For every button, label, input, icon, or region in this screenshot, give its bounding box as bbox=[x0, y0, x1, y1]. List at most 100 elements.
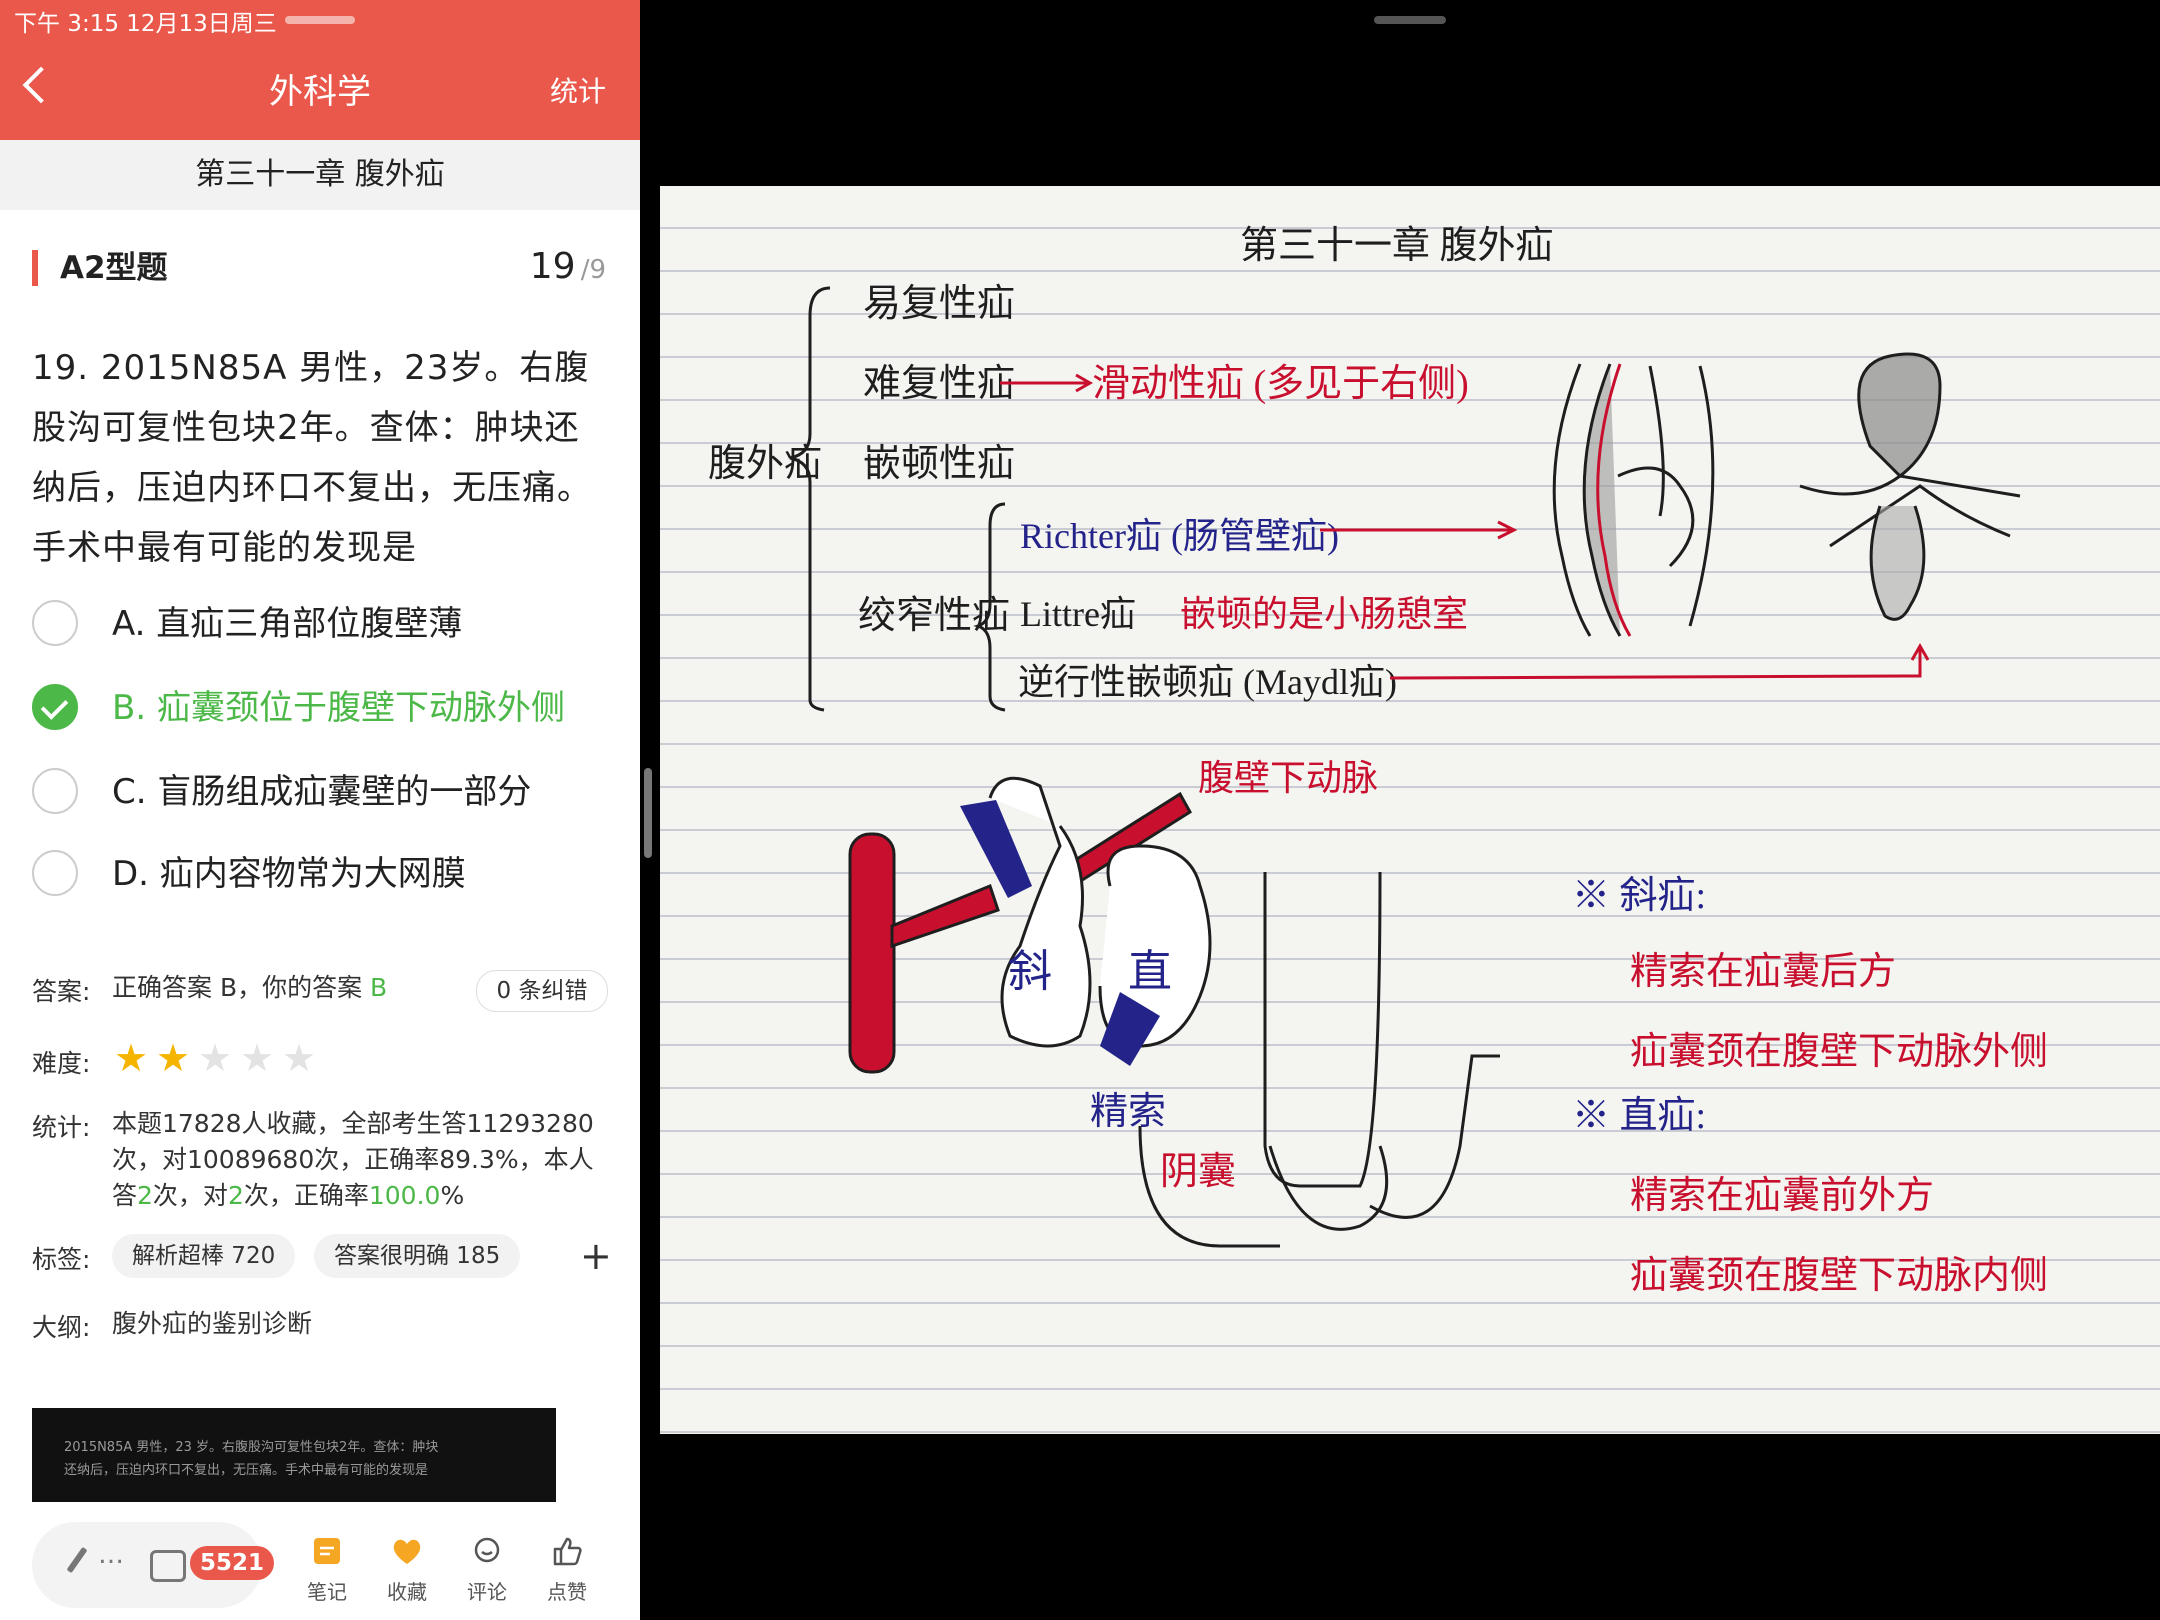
notes-sliding: 滑动性疝 (多见于右侧) bbox=[1092, 363, 1469, 405]
brace-main bbox=[789, 286, 831, 712]
arrow-up-icon bbox=[1389, 642, 1930, 680]
stats-text: 本题17828人收藏，全部考生答11293280 次，对10089680次，正确… bbox=[112, 1106, 594, 1214]
comment-button[interactable]: 评论 bbox=[452, 1536, 522, 1605]
notes-richter: Richter疝 (肠管壁疝) bbox=[1020, 516, 1339, 556]
stats-part: 答 bbox=[112, 1181, 138, 1210]
bottom-toolbar: … 5521 笔记 收藏 评论 点赞 bbox=[0, 1502, 640, 1620]
add-tag-button[interactable]: + bbox=[580, 1236, 612, 1276]
option-d[interactable]: D. 疝内容物常为大网膜 bbox=[32, 844, 632, 904]
note-icon bbox=[314, 1538, 340, 1564]
question-total: /9 bbox=[580, 255, 606, 285]
comment-label: 评论 bbox=[467, 1580, 507, 1604]
outline-label: 大纲: bbox=[32, 1313, 91, 1342]
stats-part: 100.0 bbox=[368, 1181, 441, 1210]
star-empty-icon: ★ bbox=[282, 1036, 317, 1080]
question-counter: 19 /9 bbox=[530, 246, 606, 287]
tags-label: 标签: bbox=[32, 1245, 91, 1274]
star-filled-icon: ★ bbox=[114, 1036, 149, 1080]
option-a[interactable]: A. 直疝三角部位腹壁薄 bbox=[32, 594, 632, 654]
question-panel: 下午 3:15 12月13日周三 外科学 统计 第三十一章 腹外疝 A2型题 1… bbox=[0, 0, 640, 1620]
notes-direct-point: 疝囊颈在腹壁下动脉内侧 bbox=[1630, 1255, 2048, 1297]
favorite-label: 收藏 bbox=[387, 1580, 427, 1604]
notes-branch: 难复性疝 bbox=[863, 363, 1015, 405]
option-text: C. 盲肠组成疝囊壁的一部分 bbox=[112, 772, 532, 812]
comment-icon bbox=[474, 1537, 500, 1563]
label-scrotum: 阴囊 bbox=[1160, 1151, 1236, 1193]
app-header: 下午 3:15 12月13日周三 外科学 统计 bbox=[0, 0, 640, 140]
star-filled-icon: ★ bbox=[156, 1036, 191, 1080]
hernia-sketch-richter bbox=[1552, 363, 1715, 637]
notes-branch: 易复性疝 bbox=[863, 283, 1015, 325]
stats-line: 次，对10089680次，正确率89.3%，本人 bbox=[112, 1145, 594, 1174]
notes-littre-note: 嵌顿的是小肠憩室 bbox=[1180, 594, 1468, 634]
radio-circle-icon[interactable] bbox=[32, 850, 78, 896]
favorite-button[interactable]: 收藏 bbox=[372, 1536, 442, 1605]
star-empty-icon: ★ bbox=[240, 1036, 275, 1080]
like-button[interactable]: 点赞 bbox=[532, 1536, 602, 1605]
label-artery: 腹壁下动脉 bbox=[1198, 758, 1378, 798]
hernia-sketch-maydl bbox=[1799, 352, 2021, 621]
chat-icon[interactable] bbox=[150, 1550, 186, 1582]
option-c[interactable]: C. 盲肠组成疝囊壁的一部分 bbox=[32, 762, 632, 822]
heart-icon bbox=[393, 1539, 421, 1564]
stats-line: 本题17828人收藏，全部考生答11293280 bbox=[112, 1109, 594, 1138]
stats-part: 次，对 bbox=[152, 1181, 228, 1210]
handwritten-notes-photo: 第三十一章 腹外疝 腹外疝 易复性疝 难复性疝 嵌顿性疝 绞窄性疝 滑动性疝 (… bbox=[660, 186, 2160, 1434]
window-handle[interactable] bbox=[1374, 16, 1446, 24]
pen-icon[interactable] bbox=[66, 1546, 88, 1574]
notes-maydl: 逆行性嵌顿疝 (Maydl疝) bbox=[1018, 662, 1397, 702]
notes-direct-point: 精索在疝囊前外方 bbox=[1630, 1175, 1934, 1217]
stats-part: % bbox=[440, 1181, 465, 1210]
split-view-handle[interactable] bbox=[644, 768, 652, 858]
difficulty-label: 难度: bbox=[32, 1049, 91, 1078]
answer-text: 正确答案 B，你的答案 B bbox=[112, 970, 387, 1006]
comment-input-pill[interactable]: … 5521 bbox=[32, 1522, 275, 1608]
notes-branch: 嵌顿性疝 bbox=[863, 443, 1015, 485]
notes-title: 第三十一章 腹外疝 bbox=[1240, 225, 1554, 267]
tag-chip[interactable]: 答案很明确 185 bbox=[314, 1234, 521, 1278]
option-text: D. 疝内容物常为大网膜 bbox=[112, 854, 466, 894]
video-thumbnail[interactable]: 2015N85A 男性，23 岁。右腹股沟可复性包块2年。查体：肿块还纳后，压迫… bbox=[32, 1408, 556, 1508]
stats-line: 答2次，对2次，正确率100.0% bbox=[112, 1178, 594, 1214]
stats-part: 2 bbox=[227, 1181, 244, 1210]
option-b[interactable]: B. 疝囊颈位于腹壁下动脉外侧 bbox=[32, 678, 632, 738]
status-time: 下午 3:15 12月13日周三 bbox=[14, 11, 277, 37]
stat-button[interactable]: 统计 bbox=[550, 70, 606, 110]
notes-root: 腹外疝 bbox=[708, 443, 822, 485]
answer-correct: 正确答案 B，你的答案 bbox=[112, 973, 371, 1002]
answer-user: B bbox=[370, 973, 388, 1002]
thumbnail-text: 2015N85A 男性，23 岁。右腹股沟可复性包块2年。查体：肿块还纳后，压迫… bbox=[64, 1440, 439, 1478]
notes-littre: Littre疝 bbox=[1020, 594, 1136, 634]
radio-circle-icon[interactable] bbox=[32, 768, 78, 814]
notes-oblique-point: 精索在疝囊后方 bbox=[1630, 951, 1896, 993]
multitask-indicator[interactable] bbox=[285, 16, 355, 24]
question-current: 19 bbox=[529, 246, 576, 287]
stats-part: 次，正确率 bbox=[243, 1181, 369, 1210]
question-text: 19. 2015N85A 男性，23岁。右腹股沟可复性包块2年。查体：肿块还纳后… bbox=[32, 348, 592, 568]
thumbs-up-icon bbox=[553, 1537, 582, 1566]
question-type: A2型题 bbox=[32, 250, 168, 286]
check-circle-icon[interactable] bbox=[32, 684, 78, 730]
notes-drawing: 第三十一章 腹外疝 腹外疝 易复性疝 难复性疝 嵌顿性疝 绞窄性疝 滑动性疝 (… bbox=[708, 225, 2048, 1297]
label-direct: 直 bbox=[1128, 947, 1172, 996]
option-text: A. 直疝三角部位腹壁薄 bbox=[112, 604, 463, 644]
tag-chip[interactable]: 解析超棒 720 bbox=[112, 1234, 296, 1278]
notes-label: 笔记 bbox=[307, 1580, 347, 1604]
stats-label: 统计: bbox=[32, 1113, 91, 1142]
outline-text[interactable]: 腹外疝的鉴别诊断 bbox=[112, 1306, 312, 1342]
radio-circle-icon[interactable] bbox=[32, 600, 78, 646]
label-cord: 精索 bbox=[1090, 1091, 1166, 1133]
notes-button[interactable]: 笔记 bbox=[292, 1536, 362, 1605]
notes-direct-title: ※ 直疝: bbox=[1572, 1095, 1706, 1137]
notes-oblique-title: ※ 斜疝: bbox=[1572, 875, 1706, 917]
corrections-button[interactable]: 0 条纠错 bbox=[476, 970, 608, 1012]
comment-count-badge: 5521 bbox=[190, 1546, 275, 1580]
option-text: B. 疝囊颈位于腹壁下动脉外侧 bbox=[112, 688, 565, 728]
page-title: 外科学 bbox=[269, 72, 371, 112]
stats-part: 2 bbox=[137, 1181, 153, 1210]
more-icon[interactable]: … bbox=[98, 1540, 124, 1570]
chapter-title: 第三十一章 腹外疝 bbox=[0, 140, 640, 210]
like-label: 点赞 bbox=[547, 1580, 587, 1604]
notes-oblique-point: 疝囊颈在腹壁下动脉外侧 bbox=[1630, 1031, 2048, 1073]
arrow-right-icon bbox=[1320, 520, 1518, 540]
